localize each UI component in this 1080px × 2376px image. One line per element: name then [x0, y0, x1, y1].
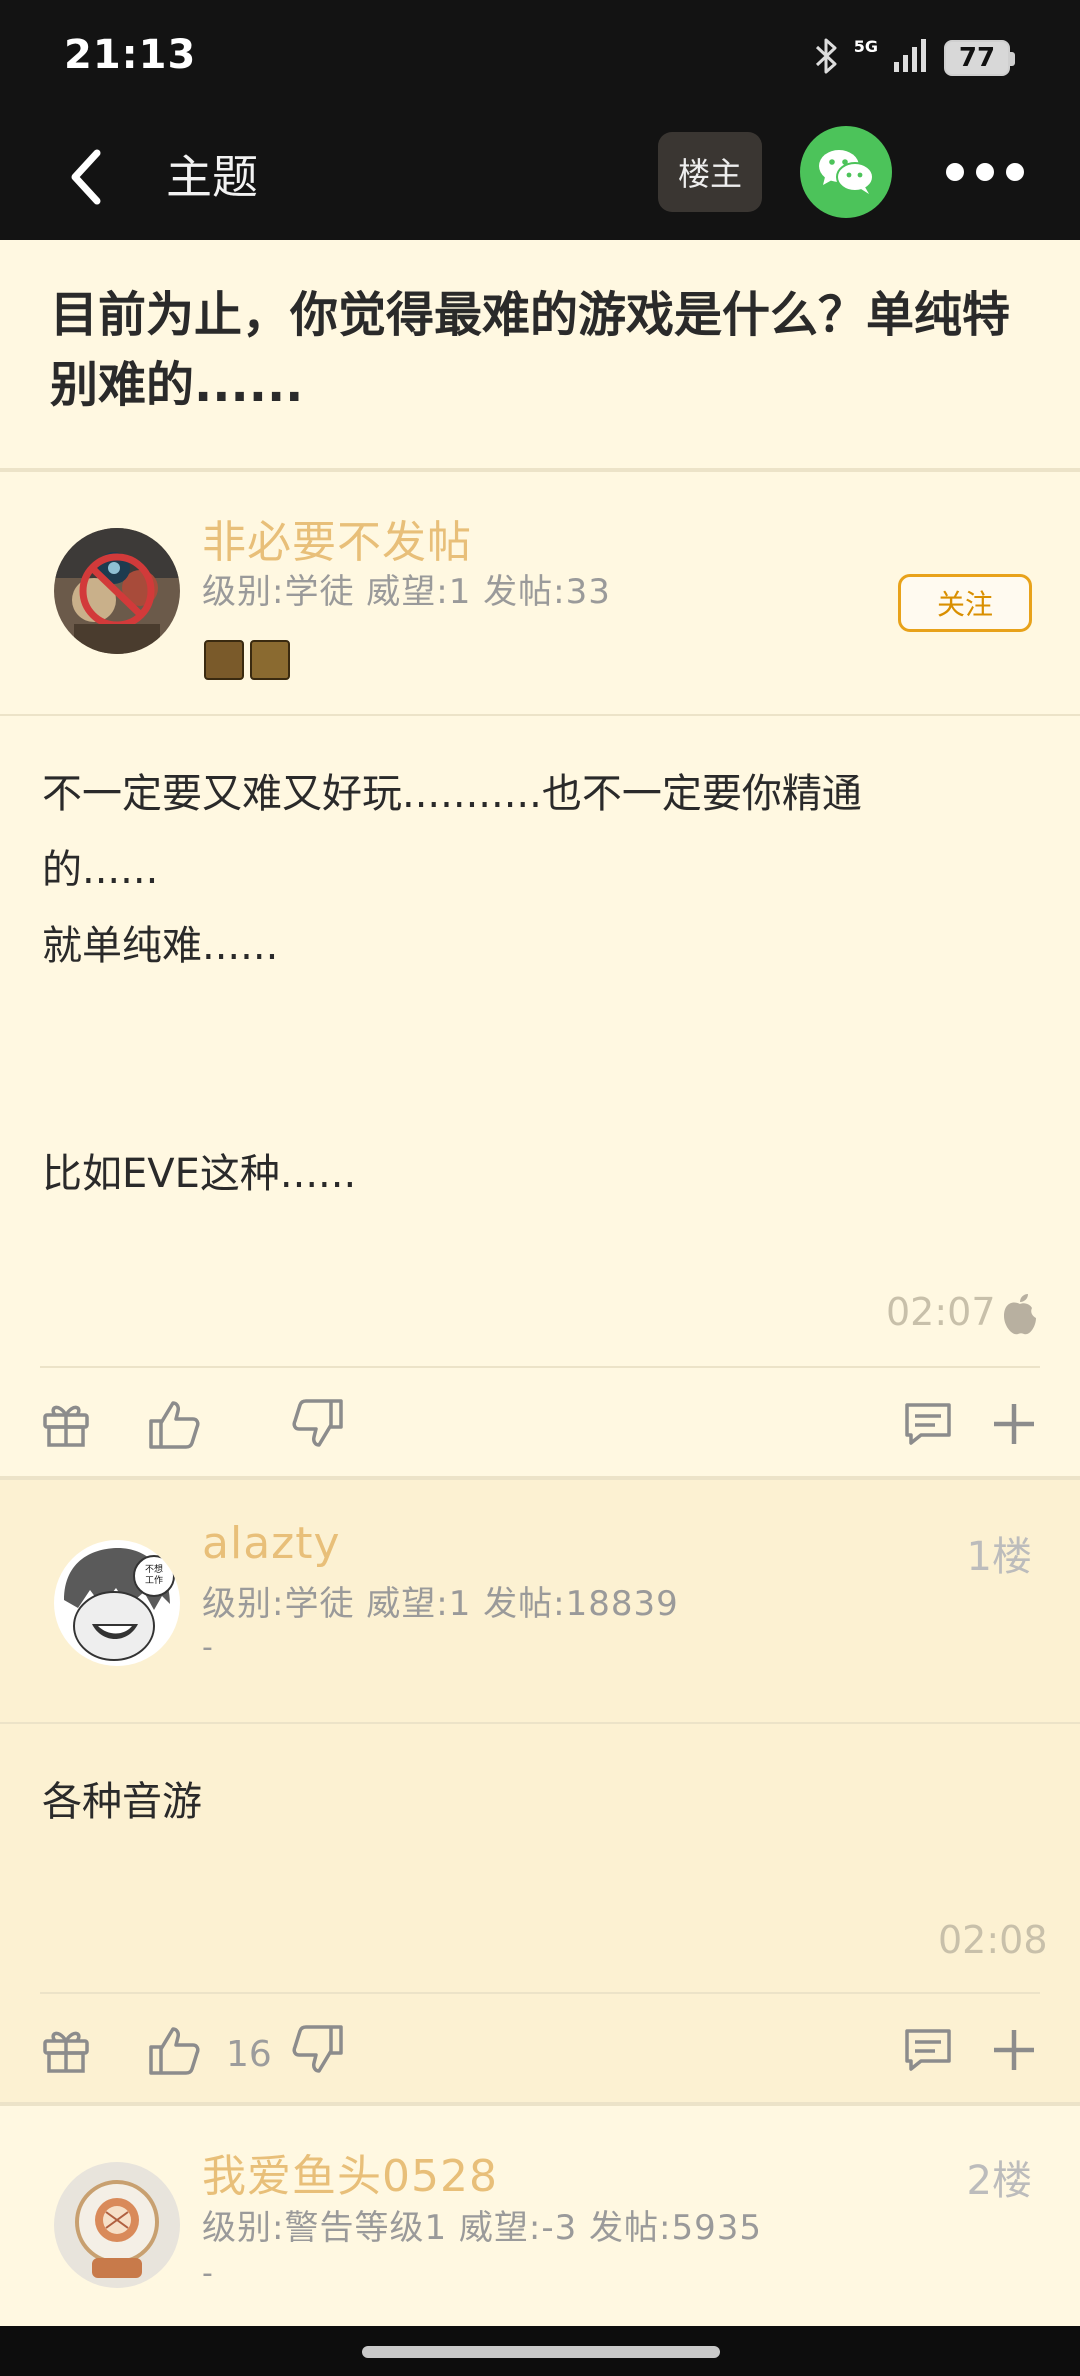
svg-text:不想: 不想	[145, 1563, 163, 1575]
post-content: 不一定要又难又好玩...........也不一定要你精通 的...... 就单纯…	[42, 771, 862, 1197]
divider	[40, 1366, 1040, 1368]
divider	[0, 1476, 1080, 1480]
avatar[interactable]: 不想 工作	[54, 1540, 180, 1666]
post-time: 02:08	[938, 1918, 1048, 1962]
divider	[0, 2102, 1080, 2106]
thread-title: 目前为止，你觉得最难的游戏是什么？单纯特别难的......	[50, 287, 1011, 413]
user-signature: -	[202, 1630, 213, 1665]
comment-button[interactable]	[898, 1394, 958, 1454]
apple-icon	[1002, 1292, 1038, 1340]
post-content: 各种音游	[42, 1779, 202, 1825]
thumbs-down-icon	[292, 2025, 343, 2073]
like-button[interactable]	[144, 2020, 204, 2080]
badge-icon	[204, 640, 244, 680]
floor-number: 1楼	[966, 1534, 1032, 1580]
dislike-button[interactable]	[288, 2020, 348, 2080]
reply-button[interactable]	[984, 1394, 1044, 1454]
avatar[interactable]	[54, 2162, 180, 2288]
wechat-share-button[interactable]	[800, 126, 892, 218]
badge-icon	[250, 640, 290, 680]
comment-icon	[905, 1403, 951, 1445]
user-signature: -	[202, 2256, 213, 2291]
comment-icon	[905, 2029, 951, 2071]
more-options-button[interactable]	[940, 142, 1030, 202]
status-time: 21:13	[64, 32, 197, 78]
comment-button[interactable]	[898, 2020, 958, 2080]
gift-icon	[43, 2031, 89, 2073]
divider	[0, 714, 1080, 716]
status-icons: 5G 77	[814, 36, 1015, 80]
username[interactable]: 我爱鱼头0528	[202, 2140, 498, 2204]
home-indicator[interactable]	[362, 2346, 720, 2358]
gift-icon	[43, 1405, 89, 1447]
user-info: 级别:学徒 威望:1 发帖:18839	[202, 1584, 679, 1624]
username[interactable]: 非必要不发帖	[202, 506, 472, 570]
page-title: 主题	[166, 150, 258, 204]
user-info: 级别:警告等级1 威望:-3 发帖:5935	[202, 2208, 763, 2248]
back-icon	[71, 149, 101, 205]
divider	[40, 1992, 1040, 1994]
battery-icon: 77	[944, 40, 1015, 76]
plus-icon	[994, 1404, 1034, 1444]
user-info: 级别:学徒 威望:1 发帖:33	[202, 572, 611, 612]
like-button[interactable]	[144, 1394, 204, 1454]
post-actions	[0, 1374, 1080, 1474]
signal-icon	[892, 38, 930, 78]
back-button[interactable]	[50, 142, 120, 212]
dislike-button[interactable]	[288, 1394, 348, 1454]
gesture-bar	[0, 2326, 1080, 2376]
reply-button[interactable]	[984, 2020, 1044, 2080]
bluetooth-icon	[814, 37, 840, 79]
battery-level: 77	[958, 43, 996, 73]
wechat-icon	[819, 150, 874, 194]
top-nav-bar: 主题 楼主	[0, 118, 1080, 240]
divider	[0, 1722, 1080, 1724]
thumbs-up-icon	[149, 2027, 200, 2075]
follow-button[interactable]: 关注	[898, 574, 1032, 632]
gift-button[interactable]	[36, 2020, 96, 2080]
floor-number: 2楼	[966, 2158, 1032, 2204]
only-op-button[interactable]: 楼主	[658, 132, 762, 212]
post-actions: 16	[0, 2000, 1080, 2100]
svg-text:工作: 工作	[145, 1574, 163, 1586]
status-bar: 21:13 5G 77	[0, 0, 1080, 118]
thumbs-down-icon	[292, 1399, 343, 1447]
network-label: 5G	[853, 36, 878, 56]
more-icon	[946, 163, 964, 181]
divider	[0, 468, 1080, 472]
plus-icon	[994, 2030, 1034, 2070]
gift-button[interactable]	[36, 1394, 96, 1454]
post-time: 02:07	[886, 1290, 996, 1334]
thumbs-up-icon	[149, 1401, 200, 1449]
like-count: 16	[226, 2034, 272, 2075]
username[interactable]: alazty	[202, 1518, 341, 1569]
avatar[interactable]	[54, 528, 180, 654]
